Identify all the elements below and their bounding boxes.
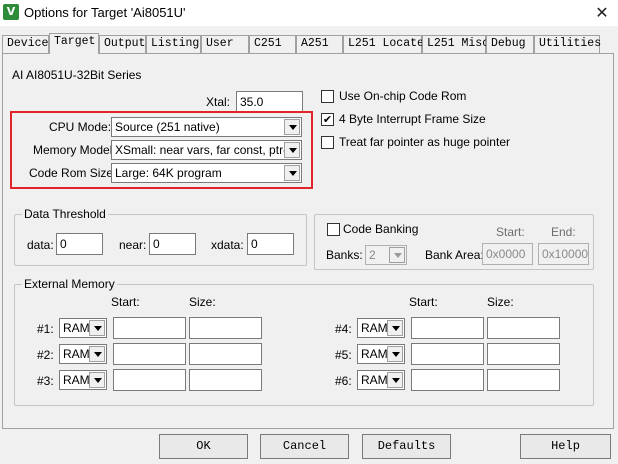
ext-row-2-type: RAM bbox=[63, 347, 90, 361]
ext-row-2-label: #2: bbox=[37, 348, 54, 362]
ext-row-6-label: #6: bbox=[335, 374, 352, 388]
title-bar: V Options for Target 'Ai8051U' ✕ bbox=[0, 0, 618, 26]
tab-user[interactable]: User bbox=[201, 35, 249, 53]
chevron-down-icon[interactable] bbox=[389, 247, 405, 263]
banks-value: 2 bbox=[369, 248, 376, 262]
code-banking-label: Code Banking bbox=[343, 222, 419, 236]
chevron-down-icon[interactable] bbox=[89, 320, 105, 336]
tab-c251[interactable]: C251 bbox=[249, 35, 296, 53]
ext-row-3-type-dropdown[interactable]: RAM bbox=[59, 370, 107, 390]
ext-row-5-start-input[interactable] bbox=[411, 343, 484, 365]
ext-row-1-size-input[interactable] bbox=[189, 317, 262, 339]
xdata-label: xdata: bbox=[211, 238, 244, 252]
ext-row-4-size-input[interactable] bbox=[487, 317, 560, 339]
chevron-down-icon[interactable] bbox=[387, 320, 403, 336]
data-threshold-title: Data Threshold bbox=[22, 207, 108, 221]
far-pointer-checkbox[interactable] bbox=[321, 136, 334, 149]
xdata-threshold-input[interactable]: 0 bbox=[247, 233, 294, 255]
ext-row-1-type-dropdown[interactable]: RAM bbox=[59, 318, 107, 338]
tab-device[interactable]: Device bbox=[2, 35, 49, 53]
chevron-down-icon[interactable] bbox=[387, 346, 403, 362]
tab-target[interactable]: Target bbox=[49, 33, 99, 54]
ext-row-3-size-input[interactable] bbox=[189, 369, 262, 391]
ext-row-6-type: RAM bbox=[361, 373, 388, 387]
help-button[interactable]: Help bbox=[520, 434, 611, 459]
ext-row-6-start-input[interactable] bbox=[411, 369, 484, 391]
ext-row-2-size-input[interactable] bbox=[189, 343, 262, 365]
ext-row-3-label: #3: bbox=[37, 374, 54, 388]
banks-dropdown[interactable]: 2 bbox=[365, 245, 407, 265]
interrupt-frame-label: 4 Byte Interrupt Frame Size bbox=[339, 112, 486, 126]
banks-label: Banks: bbox=[326, 248, 363, 262]
bank-start-input[interactable]: 0x0000 bbox=[482, 243, 533, 265]
ext-row-3-start-input[interactable] bbox=[113, 369, 186, 391]
tab-l251-misc[interactable]: L251 Misc bbox=[422, 35, 489, 53]
ext-row-2-type-dropdown[interactable]: RAM bbox=[59, 344, 107, 364]
data-threshold-input[interactable]: 0 bbox=[56, 233, 103, 255]
ext-row-4-start-input[interactable] bbox=[411, 317, 484, 339]
ext-row-5-label: #5: bbox=[335, 348, 352, 362]
code-banking-checkbox[interactable] bbox=[327, 223, 340, 236]
ext-row-1-type: RAM bbox=[63, 321, 90, 335]
data-label: data: bbox=[27, 238, 54, 252]
use-onchip-rom-checkbox[interactable] bbox=[321, 90, 334, 103]
tab-debug[interactable]: Debug bbox=[486, 35, 534, 53]
ext-row-1-start-input[interactable] bbox=[113, 317, 186, 339]
use-onchip-rom-label: Use On-chip Code Rom bbox=[339, 89, 467, 103]
tab-l251-locate[interactable]: L251 Locate bbox=[343, 35, 424, 53]
near-label: near: bbox=[119, 238, 147, 252]
xtal-input[interactable]: 35.0 bbox=[236, 91, 303, 113]
ext-row-4-type-dropdown[interactable]: RAM bbox=[357, 318, 405, 338]
xtal-label: Xtal: bbox=[206, 95, 231, 109]
ext-row-2-start-input[interactable] bbox=[113, 343, 186, 365]
ok-button[interactable]: OK bbox=[159, 434, 248, 459]
near-threshold-input[interactable]: 0 bbox=[149, 233, 196, 255]
far-pointer-label: Treat far pointer as huge pointer bbox=[339, 135, 510, 149]
tab-listing[interactable]: Listing bbox=[146, 35, 201, 53]
chevron-down-icon[interactable] bbox=[387, 372, 403, 388]
bank-end-label: End: bbox=[551, 225, 576, 239]
device-name-label: AI AI8051U-32Bit Series bbox=[12, 68, 142, 82]
bank-area-label: Bank Area: bbox=[425, 248, 484, 262]
tab-output[interactable]: Output bbox=[99, 35, 146, 53]
ext-row-3-type: RAM bbox=[63, 373, 90, 387]
cancel-button[interactable]: Cancel bbox=[260, 434, 349, 459]
ext-row-6-size-input[interactable] bbox=[487, 369, 560, 391]
ext-row-1-label: #1: bbox=[37, 322, 54, 336]
ext-row-4-label: #4: bbox=[335, 322, 352, 336]
close-icon[interactable]: ✕ bbox=[590, 2, 614, 24]
ext-start-label-right: Start: bbox=[409, 295, 438, 309]
bank-end-input[interactable]: 0x10000 bbox=[538, 243, 589, 265]
ext-size-label-left: Size: bbox=[189, 295, 216, 309]
chevron-down-icon[interactable] bbox=[89, 346, 105, 362]
defaults-button[interactable]: Defaults bbox=[362, 434, 451, 459]
ext-row-5-type: RAM bbox=[361, 347, 388, 361]
interrupt-frame-checkbox[interactable]: ✔ bbox=[321, 113, 334, 126]
window-title: Options for Target 'Ai8051U' bbox=[24, 5, 186, 20]
highlight-box bbox=[10, 111, 313, 189]
bank-start-label: Start: bbox=[496, 225, 525, 239]
chevron-down-icon[interactable] bbox=[89, 372, 105, 388]
tab-utilities[interactable]: Utilities bbox=[534, 35, 601, 53]
ext-size-label-right: Size: bbox=[487, 295, 514, 309]
external-memory-title: External Memory bbox=[22, 277, 117, 291]
ext-start-label-left: Start: bbox=[111, 295, 140, 309]
ext-row-4-type: RAM bbox=[361, 321, 388, 335]
ext-row-6-type-dropdown[interactable]: RAM bbox=[357, 370, 405, 390]
ext-row-5-type-dropdown[interactable]: RAM bbox=[357, 344, 405, 364]
keil-app-icon: V bbox=[3, 4, 19, 20]
ext-row-5-size-input[interactable] bbox=[487, 343, 560, 365]
tab-a251[interactable]: A251 bbox=[296, 35, 343, 53]
